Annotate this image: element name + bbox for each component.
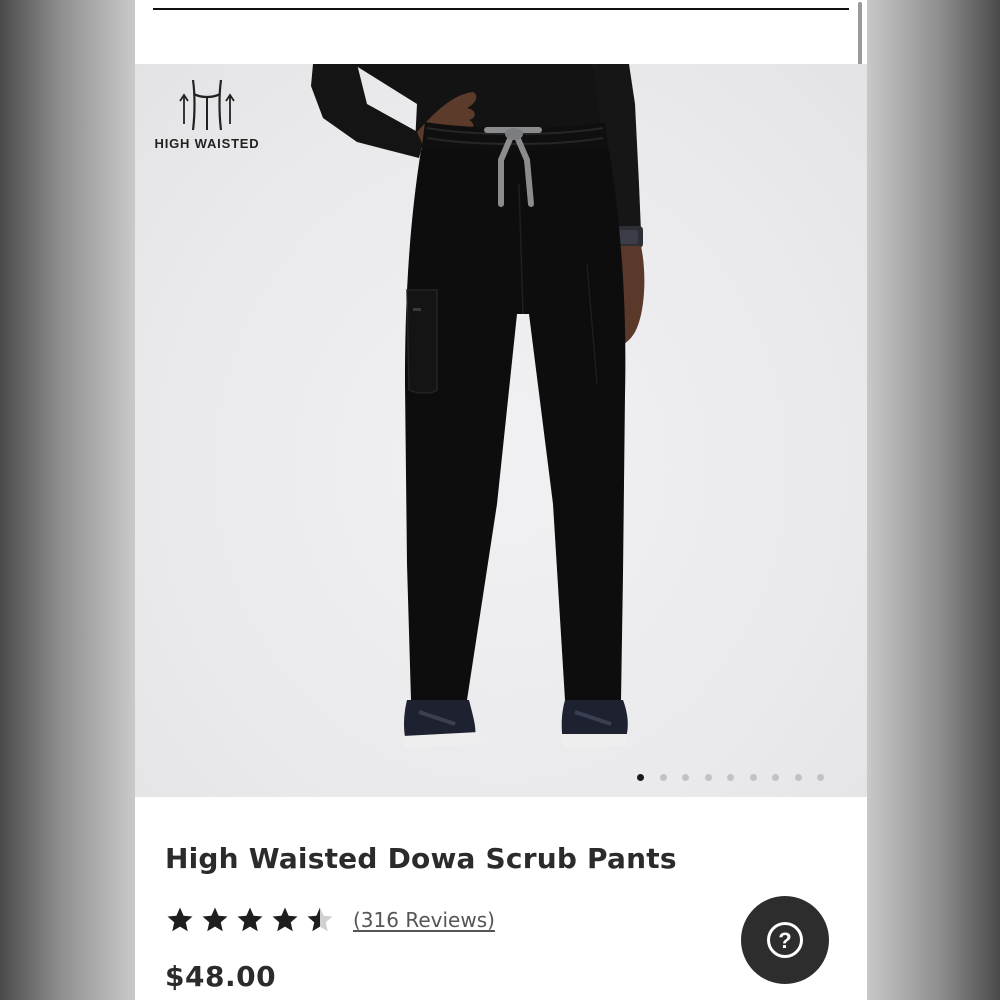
- product-image-carousel[interactable]: HIGH WAISTED: [135, 64, 867, 797]
- star-icon: [272, 907, 298, 932]
- star-icon: [167, 907, 193, 932]
- product-page: HIGH WAISTED High Waisted Dowa Scrub Pan…: [135, 0, 867, 1000]
- question-mark-icon: ?: [767, 922, 803, 958]
- waist-arrows-icon: [179, 79, 235, 131]
- carousel-dot[interactable]: [704, 774, 712, 781]
- carousel-dot[interactable]: [794, 774, 802, 781]
- badge-label: HIGH WAISTED: [154, 136, 260, 151]
- carousel-dot[interactable]: [772, 774, 779, 781]
- carousel-dot[interactable]: [727, 774, 734, 781]
- star-icon: [202, 907, 228, 932]
- high-waisted-badge: HIGH WAISTED: [143, 78, 271, 151]
- reviews-link[interactable]: (316 Reviews): [353, 908, 495, 932]
- carousel-pagination[interactable]: [135, 771, 867, 783]
- carousel-dot[interactable]: [817, 774, 824, 781]
- carousel-dot[interactable]: [659, 774, 667, 781]
- star-icon: [307, 907, 333, 932]
- svg-text:?: ?: [778, 928, 791, 953]
- header-divider: [153, 8, 849, 10]
- carousel-dot[interactable]: [682, 774, 689, 781]
- product-price: $48.00: [165, 960, 277, 993]
- product-rating[interactable]: (316 Reviews): [165, 902, 495, 938]
- star-icon: [237, 907, 263, 932]
- product-title: High Waisted Dowa Scrub Pants: [165, 842, 677, 875]
- star-rating: [165, 905, 340, 935]
- product-image: [311, 64, 645, 748]
- carousel-dot[interactable]: [749, 774, 757, 781]
- carousel-dot[interactable]: [637, 774, 644, 781]
- help-button[interactable]: ?: [741, 896, 829, 984]
